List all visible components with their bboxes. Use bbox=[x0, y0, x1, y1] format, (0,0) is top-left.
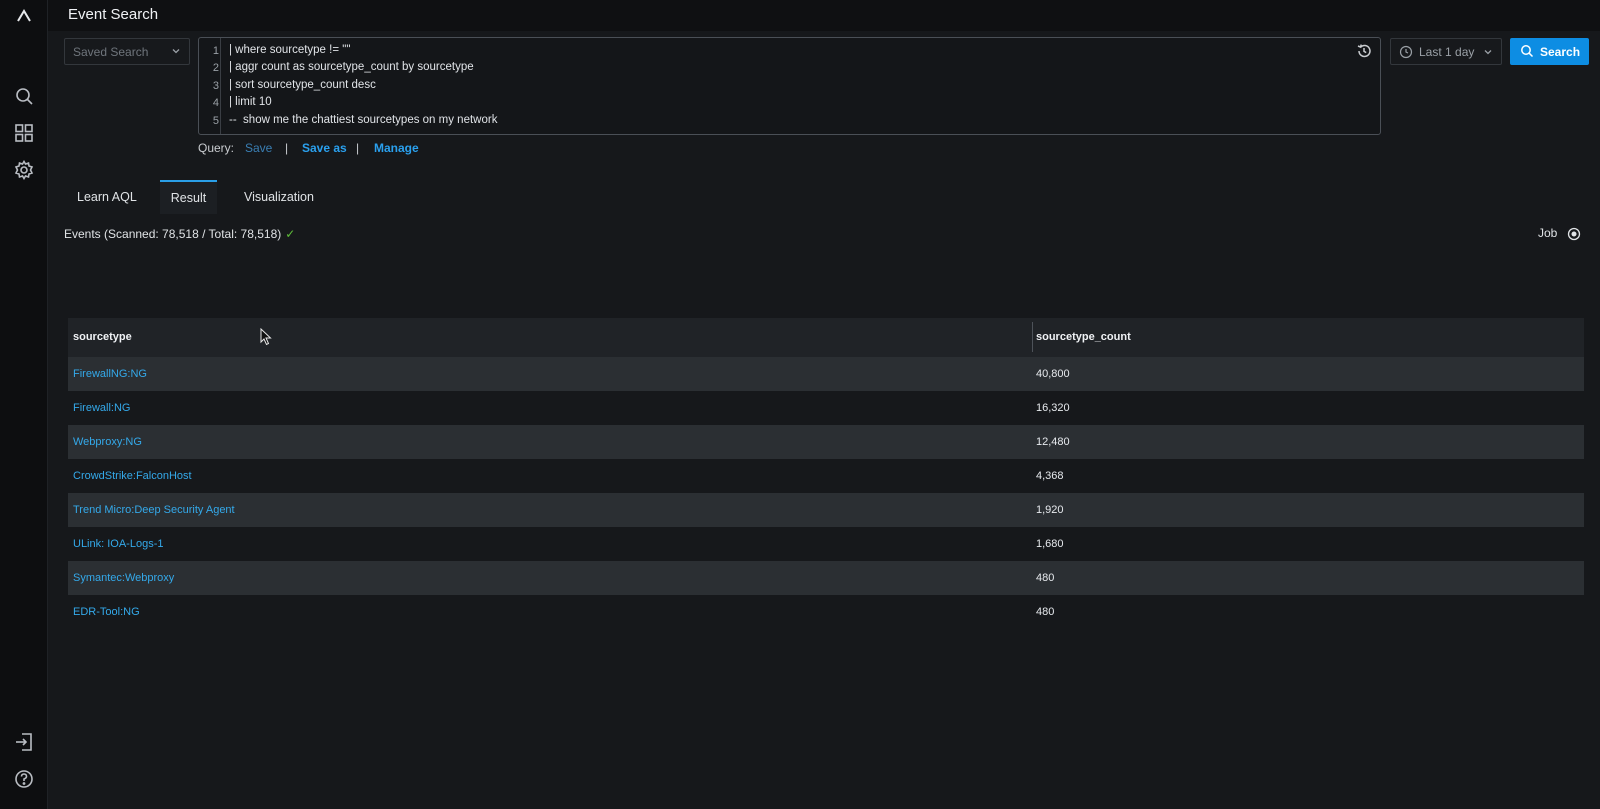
top-header: Event Search bbox=[48, 0, 1600, 31]
sourcetype-count-cell: 480 bbox=[1036, 572, 1055, 584]
table-header: sourcetype sourcetype_count bbox=[68, 318, 1584, 357]
chevron-down-icon bbox=[172, 49, 180, 54]
tab-visualization[interactable]: Visualization bbox=[244, 180, 314, 214]
line-number: 2 bbox=[212, 62, 219, 74]
query-history-icon[interactable] bbox=[1356, 43, 1374, 61]
manage-queries-link[interactable]: Manage bbox=[374, 141, 419, 155]
save-query-link[interactable]: Save bbox=[245, 141, 272, 155]
page-title: Event Search bbox=[68, 6, 159, 23]
tab-result[interactable]: Result bbox=[160, 180, 217, 214]
table-row: CrowdStrike:FalconHost 4,368 bbox=[68, 459, 1584, 493]
search-button-label: Search bbox=[1540, 45, 1581, 59]
saved-search-placeholder: Saved Search bbox=[73, 45, 149, 59]
line-number-gutter: 1 2 3 4 5 bbox=[199, 38, 221, 134]
check-icon: ✓ bbox=[285, 227, 296, 241]
settings-icon[interactable] bbox=[12, 158, 36, 182]
chevron-down-icon bbox=[1484, 50, 1492, 55]
sourcetype-count-cell: 480 bbox=[1036, 606, 1055, 618]
table-row: EDR-Tool:NG 480 bbox=[68, 595, 1584, 629]
sourcetype-count-cell: 1,920 bbox=[1036, 504, 1064, 516]
search-icon bbox=[1521, 45, 1534, 58]
line-number: 1 bbox=[212, 45, 219, 57]
sourcetype-link[interactable]: EDR-Tool:NG bbox=[73, 606, 140, 618]
column-header-sourcetype-count[interactable]: sourcetype_count bbox=[1036, 331, 1131, 343]
job-label[interactable]: Job bbox=[1538, 226, 1557, 240]
time-range-picker[interactable]: Last 1 day bbox=[1390, 38, 1502, 65]
code-line[interactable]: | sort sourcetype_count desc bbox=[229, 79, 376, 91]
table-row: Symantec:Webproxy 480 bbox=[68, 561, 1584, 595]
dashboard-icon[interactable] bbox=[12, 121, 36, 145]
table-row: ULink: IOA-Logs-1 1,680 bbox=[68, 527, 1584, 561]
table-row: FirewallNG:NG 40,800 bbox=[68, 357, 1584, 391]
sidebar bbox=[0, 0, 48, 809]
sourcetype-link[interactable]: FirewallNG:NG bbox=[73, 368, 147, 380]
code-line[interactable]: | limit 10 bbox=[229, 96, 272, 108]
sourcetype-count-cell: 40,800 bbox=[1036, 368, 1070, 380]
code-line[interactable]: | where sourcetype != "" bbox=[229, 44, 350, 56]
sourcetype-count-cell: 12,480 bbox=[1036, 436, 1070, 448]
line-number: 3 bbox=[212, 80, 219, 92]
clock-icon bbox=[1399, 45, 1413, 59]
tab-learn-aql[interactable]: Learn AQL bbox=[77, 180, 137, 214]
app-window: Event Search Saved Search 1 2 3 4 5 | wh… bbox=[0, 0, 1600, 809]
sourcetype-count-cell: 4,368 bbox=[1036, 470, 1064, 482]
query-label: Query: bbox=[198, 141, 235, 155]
column-resize-handle[interactable] bbox=[1032, 322, 1033, 352]
sourcetype-link[interactable]: ULink: IOA-Logs-1 bbox=[73, 538, 163, 550]
column-header-sourcetype[interactable]: sourcetype bbox=[73, 331, 132, 343]
sourcetype-link[interactable]: Webproxy:NG bbox=[73, 436, 142, 448]
saved-search-dropdown[interactable]: Saved Search bbox=[64, 38, 190, 65]
line-number: 4 bbox=[212, 97, 219, 109]
help-icon[interactable] bbox=[12, 767, 36, 791]
sourcetype-link[interactable]: Symantec:Webproxy bbox=[73, 572, 174, 584]
code-line[interactable]: | aggr count as sourcetype_count by sour… bbox=[229, 61, 474, 73]
sourcetype-count-cell: 1,680 bbox=[1036, 538, 1064, 550]
save-as-query-link[interactable]: Save as bbox=[302, 141, 347, 155]
results-table: sourcetype sourcetype_count FirewallNG:N… bbox=[68, 318, 1584, 629]
logo-icon[interactable] bbox=[12, 4, 36, 28]
sourcetype-link[interactable]: CrowdStrike:FalconHost bbox=[73, 470, 192, 482]
sourcetype-count-cell: 16,320 bbox=[1036, 402, 1070, 414]
table-row: Trend Micro:Deep Security Agent 1,920 bbox=[68, 493, 1584, 527]
separator: | bbox=[285, 141, 289, 155]
line-number: 5 bbox=[212, 115, 219, 127]
table-row: Firewall:NG 16,320 bbox=[68, 391, 1584, 425]
mouse-cursor-icon bbox=[260, 328, 272, 346]
search-button[interactable]: Search bbox=[1510, 38, 1589, 65]
time-range-label: Last 1 day bbox=[1419, 45, 1475, 59]
separator: | bbox=[356, 141, 360, 155]
job-status-icon[interactable] bbox=[1567, 227, 1581, 241]
search-icon[interactable] bbox=[12, 84, 36, 108]
table-row: Webproxy:NG 12,480 bbox=[68, 425, 1584, 459]
query-editor[interactable]: 1 2 3 4 5 | where sourcetype != "" | agg… bbox=[198, 37, 1381, 135]
events-count-text: Events (Scanned: 78,518 / Total: 78,518) bbox=[64, 227, 282, 241]
events-summary: Events (Scanned: 78,518 / Total: 78,518)… bbox=[64, 227, 295, 241]
logout-icon[interactable] bbox=[12, 730, 36, 754]
code-line[interactable]: -- show me the chattiest sourcetypes on … bbox=[229, 114, 497, 126]
sourcetype-link[interactable]: Trend Micro:Deep Security Agent bbox=[73, 504, 235, 516]
sourcetype-link[interactable]: Firewall:NG bbox=[73, 402, 130, 414]
